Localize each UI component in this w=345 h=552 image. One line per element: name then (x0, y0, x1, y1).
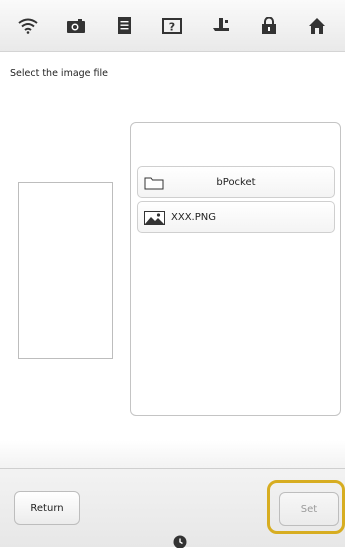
instruction-text: Select the image file (10, 68, 109, 79)
lock-icon[interactable] (254, 11, 284, 41)
file-row-folder[interactable]: bPocket (137, 166, 335, 198)
image-file-icon (144, 211, 165, 228)
image-preview (18, 182, 113, 359)
file-list: bPocket XXX.PNG (130, 122, 341, 416)
svg-text:?: ? (169, 20, 175, 33)
clock-icon[interactable] (172, 533, 188, 552)
wifi-icon[interactable] (13, 11, 43, 41)
document-icon[interactable] (109, 11, 139, 41)
file-row-label: bPocket (216, 176, 256, 188)
return-button[interactable]: Return (14, 491, 80, 525)
set-button-highlight (267, 480, 345, 534)
help-icon[interactable]: ? (157, 11, 187, 41)
camera-icon[interactable] (61, 11, 91, 41)
presser-foot-icon[interactable] (206, 11, 236, 41)
top-toolbar: ? (0, 0, 345, 52)
file-row-label: XXX.PNG (171, 211, 216, 223)
file-row-image[interactable]: XXX.PNG (137, 201, 335, 233)
divider (0, 468, 345, 469)
home-icon[interactable] (302, 11, 332, 41)
